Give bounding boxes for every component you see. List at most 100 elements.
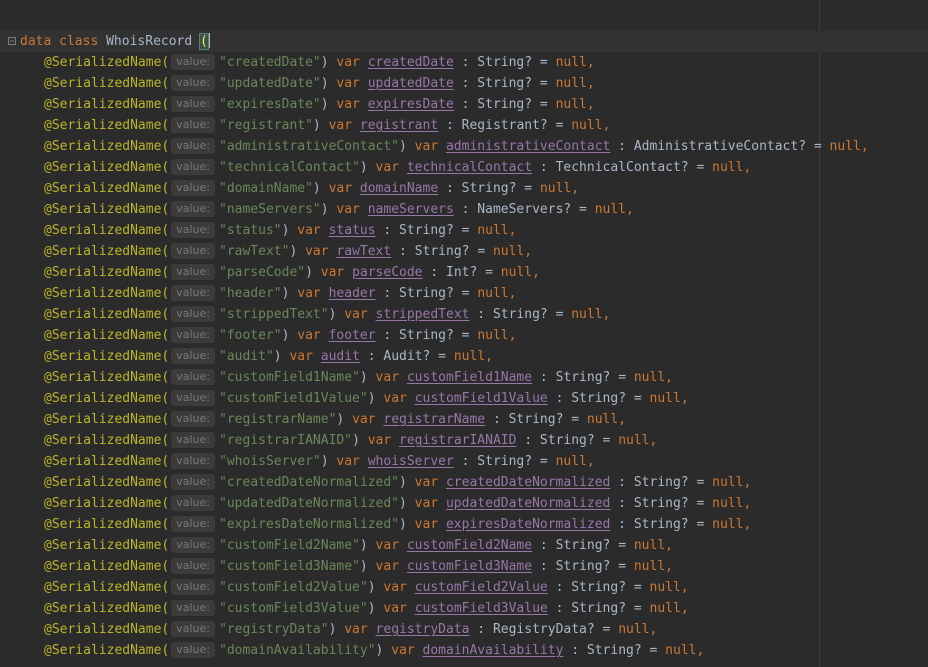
keyword-null: null: [477, 286, 509, 301]
serialized-key: "registrant": [219, 118, 313, 133]
property-name[interactable]: updatedDateNormalized: [446, 496, 610, 511]
property-name[interactable]: createdDateNormalized: [446, 475, 610, 490]
code-line-field[interactable]: @SerializedName(value: "domainAvailabilit…: [0, 640, 928, 661]
property-name[interactable]: nameServers: [368, 202, 454, 217]
property-name[interactable]: customField2Name: [407, 538, 532, 553]
code-line-field[interactable]: @SerializedName(value: "footer") var foot…: [0, 325, 928, 346]
annotation: @SerializedName(: [44, 601, 170, 616]
parameter-hint: value:: [171, 621, 215, 637]
serialized-key: "customField2Name": [219, 538, 360, 553]
code-line-field[interactable]: @SerializedName(value: "customField1Value…: [0, 388, 928, 409]
keyword-null: null: [829, 139, 861, 154]
code-line-field[interactable]: @SerializedName(value: "expiresDateNormal…: [0, 514, 928, 535]
annotation: @SerializedName(: [44, 97, 170, 112]
code-line-field[interactable]: @SerializedName(value: "customField1Name"…: [0, 367, 928, 388]
code-line-field[interactable]: @SerializedName(value: "parseCode") var p…: [0, 262, 928, 283]
serialized-key: "audit": [219, 349, 274, 364]
property-name[interactable]: createdDate: [368, 55, 454, 70]
code-line-field[interactable]: @SerializedName(value: "createdDate") var…: [0, 52, 928, 73]
property-name[interactable]: technicalContact: [407, 160, 532, 175]
keyword-var: var: [297, 286, 321, 301]
property-name[interactable]: registrant: [360, 118, 438, 133]
code-editor[interactable]: data class WhoisRecord ( @SerializedName…: [0, 31, 928, 661]
property-name[interactable]: footer: [329, 328, 376, 343]
code-line-field[interactable]: @SerializedName(value: "updatedDate") var…: [0, 73, 928, 94]
code-line-field[interactable]: @SerializedName(value: "registrarIANAID")…: [0, 430, 928, 451]
code-line-field[interactable]: @SerializedName(value: "customField3Name"…: [0, 556, 928, 577]
keyword-var: var: [383, 601, 407, 616]
annotation: @SerializedName(: [44, 412, 170, 427]
code-line-field[interactable]: @SerializedName(value: "expiresDate") var…: [0, 94, 928, 115]
property-name[interactable]: audit: [321, 349, 360, 364]
property-name[interactable]: administrativeContact: [446, 139, 610, 154]
code-line-field[interactable]: @SerializedName(value: "createdDateNormal…: [0, 472, 928, 493]
code-line-field[interactable]: @SerializedName(value: "customField3Value…: [0, 598, 928, 619]
serialized-key: "registryData": [219, 622, 329, 637]
property-name[interactable]: customField3Name: [407, 559, 532, 574]
code-line-field[interactable]: @SerializedName(value: "registryData") va…: [0, 619, 928, 640]
property-name[interactable]: customField3Value: [415, 601, 548, 616]
property-name[interactable]: expiresDate: [368, 97, 454, 112]
code-line-field[interactable]: @SerializedName(value: "technicalContact"…: [0, 157, 928, 178]
property-type: String?: [571, 601, 627, 616]
code-line-field[interactable]: @SerializedName(value: "status") var stat…: [0, 220, 928, 241]
annotation: @SerializedName(: [44, 622, 170, 637]
code-line-field[interactable]: @SerializedName(value: "whoisServer") var…: [0, 451, 928, 472]
property-type: String?: [555, 559, 611, 574]
property-name[interactable]: customField2Value: [415, 580, 548, 595]
property-name[interactable]: header: [329, 286, 376, 301]
property-name[interactable]: whoisServer: [368, 454, 454, 469]
property-name[interactable]: registrarName: [383, 412, 485, 427]
code-line-field[interactable]: @SerializedName(value: "registrant") var …: [0, 115, 928, 136]
serialized-key: "expiresDate": [219, 97, 321, 112]
code-line-field[interactable]: @SerializedName(value: "strippedText") va…: [0, 304, 928, 325]
code-line-field[interactable]: @SerializedName(value: "domainName") var …: [0, 178, 928, 199]
code-line-field[interactable]: @SerializedName(value: "customField2Name"…: [0, 535, 928, 556]
property-name[interactable]: customField1Name: [407, 370, 532, 385]
property-type: String?: [492, 307, 548, 322]
annotation: @SerializedName(: [44, 370, 170, 385]
serialized-key: "technicalContact": [219, 160, 360, 175]
code-line-field[interactable]: @SerializedName(value: "administrativeCon…: [0, 136, 928, 157]
code-line-field[interactable]: @SerializedName(value: "updatedDateNormal…: [0, 493, 928, 514]
keyword-null: null: [492, 244, 525, 259]
parameter-hint: value:: [171, 537, 215, 553]
property-name[interactable]: status: [329, 223, 376, 238]
property-type: String?: [571, 391, 627, 406]
code-line-field[interactable]: @SerializedName(value: "header") var head…: [0, 283, 928, 304]
code-line-field[interactable]: @SerializedName(value: "nameServers") var…: [0, 199, 928, 220]
property-name[interactable]: registrarIANAID: [399, 433, 516, 448]
property-name[interactable]: parseCode: [352, 265, 422, 280]
property-name[interactable]: rawText: [336, 244, 391, 259]
keyword-var: var: [352, 412, 376, 427]
property-type: String?: [399, 286, 454, 301]
keyword-null: null: [712, 496, 744, 511]
keyword-null: null: [594, 202, 627, 217]
parameter-hint: value:: [171, 600, 215, 616]
parameter-hint: value:: [171, 579, 215, 595]
property-name[interactable]: expiresDateNormalized: [446, 517, 610, 532]
keyword-null: null: [571, 307, 603, 322]
code-line-field[interactable]: @SerializedName(value: "audit") var audit…: [0, 346, 928, 367]
keyword-null: null: [649, 580, 681, 595]
property-name[interactable]: domainAvailability: [423, 643, 564, 658]
parameter-hint: value:: [171, 180, 215, 196]
parameter-hint: value:: [171, 285, 215, 301]
keyword-var: var: [297, 328, 321, 343]
property-name[interactable]: domainName: [360, 181, 438, 196]
keyword-var: var: [367, 433, 392, 448]
property-name[interactable]: customField1Value: [415, 391, 548, 406]
code-line-field[interactable]: @SerializedName(value: "customField2Value…: [0, 577, 928, 598]
code-line-field[interactable]: @SerializedName(value: "registrarName") v…: [0, 409, 928, 430]
fold-icon[interactable]: [8, 37, 16, 45]
property-name[interactable]: updatedDate: [368, 76, 454, 91]
property-name[interactable]: strippedText: [376, 307, 470, 322]
property-type: NameServers?: [477, 202, 572, 217]
property-name[interactable]: registryData: [376, 622, 470, 637]
serialized-key: "createdDateNormalized": [219, 475, 400, 490]
property-type: String?: [477, 454, 533, 469]
annotation: @SerializedName(: [44, 643, 170, 658]
parameter-hint: value:: [171, 75, 215, 91]
code-line-class-declaration[interactable]: data class WhoisRecord (: [0, 31, 928, 52]
code-line-field[interactable]: @SerializedName(value: "rawText") var raw…: [0, 241, 928, 262]
